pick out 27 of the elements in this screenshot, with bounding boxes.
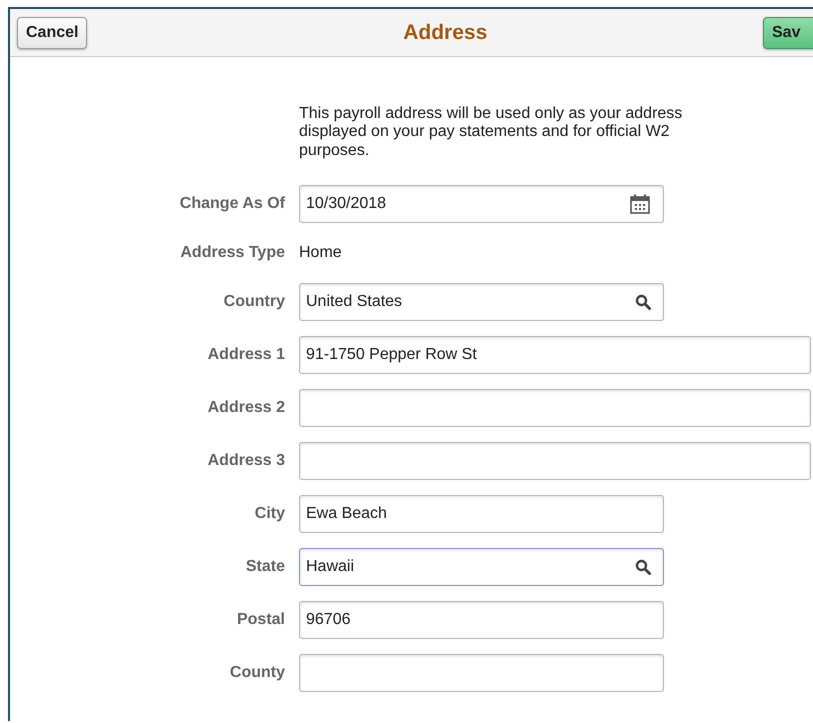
page-title: Address xyxy=(403,20,488,44)
search-icon[interactable] xyxy=(635,294,651,310)
input-field[interactable]: Ewa Beach xyxy=(299,495,664,534)
field-label: Postal xyxy=(236,611,285,630)
date-field[interactable]: 10/30/2018 xyxy=(299,185,664,224)
field-label: City xyxy=(254,505,285,524)
field-value: Home xyxy=(299,243,343,264)
input-field[interactable]: 96706 xyxy=(299,601,664,640)
lookup-field[interactable]: United States xyxy=(299,283,664,322)
field-label: County xyxy=(228,664,285,682)
lookup-field[interactable]: Hawaii xyxy=(299,548,664,586)
field-label: Address 2 xyxy=(206,399,285,418)
input-field[interactable] xyxy=(299,654,664,692)
calendar-icon[interactable] xyxy=(629,193,651,216)
input-field[interactable] xyxy=(299,442,811,480)
field-label: State xyxy=(244,558,285,576)
save-button[interactable]: Sav xyxy=(763,16,813,48)
field-label: Address 1 xyxy=(206,346,285,364)
field-label: Change As Of xyxy=(178,195,285,214)
search-icon[interactable] xyxy=(635,559,651,576)
field-label: Address 3 xyxy=(206,452,285,470)
field-label: Address Type xyxy=(179,244,285,262)
field-label: Country xyxy=(222,293,285,312)
input-field[interactable]: 91-1750 Pepper Row St xyxy=(299,336,811,374)
input-field[interactable] xyxy=(299,389,811,428)
cancel-button[interactable]: Cancel xyxy=(17,16,88,48)
intro-text: This payroll address will be used only as your address displayed on your pay statements and for official W2 purposes. xyxy=(299,105,684,160)
